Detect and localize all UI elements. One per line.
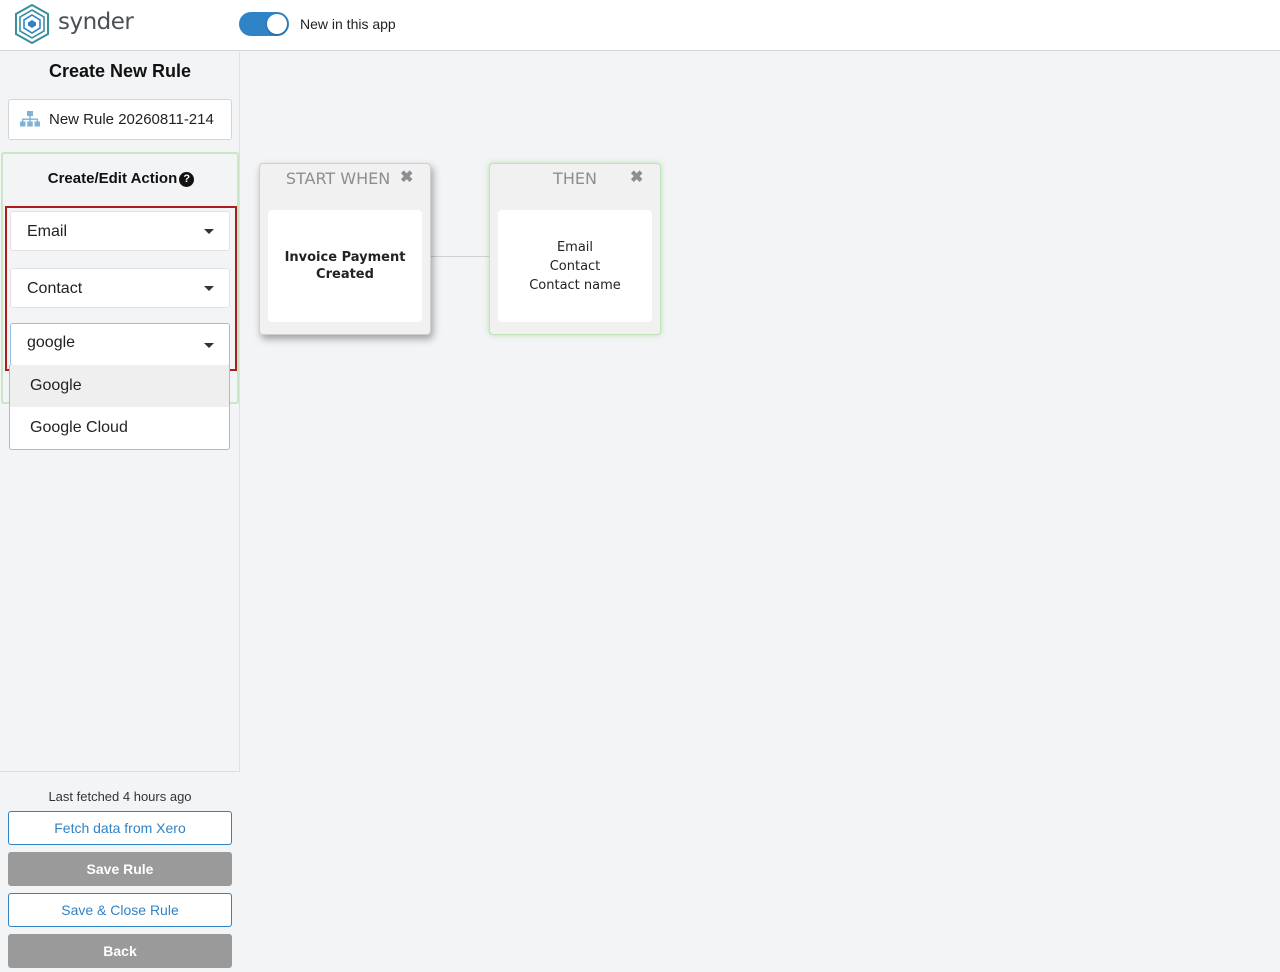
- search-results-dropdown: Google Google Cloud: [9, 365, 230, 450]
- then-body[interactable]: Email Contact Contact name: [498, 210, 652, 322]
- action-panel-title: Create/Edit Action?: [3, 170, 239, 187]
- chevron-down-icon: [204, 229, 214, 234]
- action-type-select[interactable]: Email: [10, 211, 230, 251]
- top-bar: synder New in this app: [0, 0, 1280, 51]
- rule-name-field[interactable]: [8, 99, 232, 140]
- action-type-value: Email: [27, 223, 68, 240]
- toggle-label: New in this app: [300, 16, 396, 32]
- page-title: Create New Rule: [48, 61, 192, 81]
- close-icon[interactable]: ✖: [400, 169, 413, 187]
- brand-name: synder: [58, 9, 134, 35]
- trigger-line: Created: [316, 267, 374, 282]
- question-circle-icon[interactable]: ?: [179, 172, 195, 187]
- sitemap-icon: [20, 111, 40, 127]
- action-panel-title-text: Create/Edit Action: [47, 170, 178, 187]
- save-rule-button[interactable]: Save Rule: [8, 852, 232, 886]
- action-line: Contact: [549, 258, 601, 274]
- then-title: THEN: [553, 169, 597, 188]
- then-node[interactable]: THEN ✖ Email Contact Contact name: [489, 163, 661, 335]
- last-fetched-status: Last fetched 4 hours ago: [48, 789, 192, 804]
- fetch-data-button[interactable]: Fetch data from Xero: [8, 811, 232, 845]
- dropdown-option-google-cloud[interactable]: Google Cloud: [10, 407, 229, 449]
- close-icon[interactable]: ✖: [630, 169, 643, 187]
- toggle-knob: [267, 14, 287, 34]
- action-target-value: Contact: [27, 280, 83, 297]
- rule-canvas: START WHEN ✖ Invoice Payment Created THE…: [241, 52, 1280, 972]
- start-when-title: START WHEN: [285, 169, 391, 188]
- chevron-down-icon: [204, 343, 214, 348]
- rule-name-input[interactable]: [49, 100, 229, 139]
- action-target-select[interactable]: Contact: [10, 268, 230, 308]
- start-when-node[interactable]: START WHEN ✖ Invoice Payment Created: [259, 163, 431, 335]
- trigger-line: Invoice Payment: [284, 250, 406, 265]
- action-line: Email: [556, 239, 594, 255]
- synder-logo-icon[interactable]: [14, 4, 50, 44]
- chevron-down-icon: [204, 286, 214, 291]
- contact-search-input[interactable]: [27, 334, 187, 352]
- save-close-rule-button[interactable]: Save & Close Rule: [8, 893, 232, 927]
- action-line: Contact name: [529, 277, 621, 293]
- new-in-app-toggle[interactable]: [239, 12, 289, 36]
- start-when-body[interactable]: Invoice Payment Created: [268, 210, 422, 322]
- dropdown-option-google[interactable]: Google: [10, 365, 229, 407]
- back-button[interactable]: Back: [8, 934, 232, 968]
- node-connector: [431, 256, 489, 257]
- contact-search-select[interactable]: [10, 323, 230, 366]
- sidebar-footer: Last fetched 4 hours ago Fetch data from…: [0, 771, 240, 972]
